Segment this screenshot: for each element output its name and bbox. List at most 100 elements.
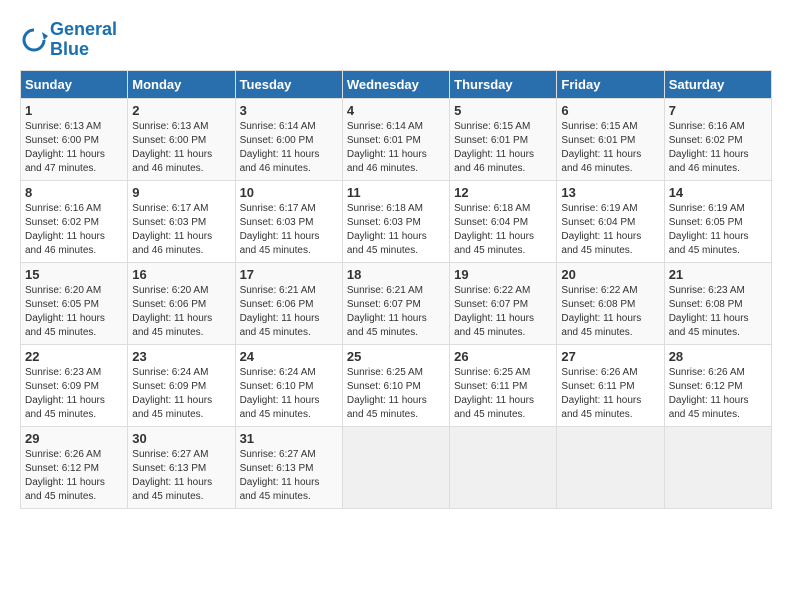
day-info: Sunrise: 6:21 AM Sunset: 6:07 PM Dayligh… [347,284,445,340]
calendar-cell: 30 Sunrise: 6:27 AM Sunset: 6:13 PM Dayli… [128,426,235,508]
calendar-cell [557,426,664,508]
calendar-cell: 25 Sunrise: 6:25 AM Sunset: 6:10 PM Dayli… [342,344,449,426]
day-number: 17 [240,267,338,282]
header-friday: Friday [557,70,664,98]
week-row-1: 1 Sunrise: 6:13 AM Sunset: 6:00 PM Daylig… [21,98,772,180]
day-info: Sunrise: 6:26 AM Sunset: 6:12 PM Dayligh… [669,366,767,422]
day-number: 2 [132,103,230,118]
day-number: 27 [561,349,659,364]
day-info: Sunrise: 6:16 AM Sunset: 6:02 PM Dayligh… [25,202,123,258]
logo-icon [20,26,48,54]
day-number: 21 [669,267,767,282]
calendar-cell: 23 Sunrise: 6:24 AM Sunset: 6:09 PM Dayli… [128,344,235,426]
header-thursday: Thursday [450,70,557,98]
calendar-cell: 11 Sunrise: 6:18 AM Sunset: 6:03 PM Dayli… [342,180,449,262]
header-wednesday: Wednesday [342,70,449,98]
day-info: Sunrise: 6:16 AM Sunset: 6:02 PM Dayligh… [669,120,767,176]
day-info: Sunrise: 6:23 AM Sunset: 6:08 PM Dayligh… [669,284,767,340]
calendar-cell: 20Sunrise: 6:22 AM Sunset: 6:08 PM Dayli… [557,262,664,344]
day-info: Sunrise: 6:15 AM Sunset: 6:01 PM Dayligh… [561,120,659,176]
day-number: 1 [25,103,123,118]
day-number: 3 [240,103,338,118]
calendar-cell [450,426,557,508]
day-number: 10 [240,185,338,200]
day-info: Sunrise: 6:24 AM Sunset: 6:09 PM Dayligh… [132,366,230,422]
day-info: Sunrise: 6:25 AM Sunset: 6:11 PM Dayligh… [454,366,552,422]
day-number: 11 [347,185,445,200]
header-saturday: Saturday [664,70,771,98]
day-info: Sunrise: 6:18 AM Sunset: 6:03 PM Dayligh… [347,202,445,258]
calendar-body: 1 Sunrise: 6:13 AM Sunset: 6:00 PM Daylig… [21,98,772,508]
header-tuesday: Tuesday [235,70,342,98]
day-info: Sunrise: 6:17 AM Sunset: 6:03 PM Dayligh… [132,202,230,258]
day-number: 7 [669,103,767,118]
day-info: Sunrise: 6:27 AM Sunset: 6:13 PM Dayligh… [240,448,338,504]
calendar-cell: 17 Sunrise: 6:21 AM Sunset: 6:06 PM Dayli… [235,262,342,344]
calendar-cell [664,426,771,508]
logo: General Blue [20,20,117,60]
day-info: Sunrise: 6:21 AM Sunset: 6:06 PM Dayligh… [240,284,338,340]
day-number: 14 [669,185,767,200]
day-number: 28 [669,349,767,364]
day-info: Sunrise: 6:17 AM Sunset: 6:03 PM Dayligh… [240,202,338,258]
week-row-3: 15 Sunrise: 6:20 AM Sunset: 6:05 PM Dayli… [21,262,772,344]
day-info: Sunrise: 6:26 AM Sunset: 6:12 PM Dayligh… [25,448,123,504]
calendar-cell: 8 Sunrise: 6:16 AM Sunset: 6:02 PM Daylig… [21,180,128,262]
calendar-cell: 18 Sunrise: 6:21 AM Sunset: 6:07 PM Dayli… [342,262,449,344]
calendar-cell: 6Sunrise: 6:15 AM Sunset: 6:01 PM Daylig… [557,98,664,180]
header-sunday: Sunday [21,70,128,98]
calendar-cell: 10 Sunrise: 6:17 AM Sunset: 6:03 PM Dayli… [235,180,342,262]
calendar-cell: 5 Sunrise: 6:15 AM Sunset: 6:01 PM Daylig… [450,98,557,180]
day-info: Sunrise: 6:27 AM Sunset: 6:13 PM Dayligh… [132,448,230,504]
calendar-cell: 19 Sunrise: 6:22 AM Sunset: 6:07 PM Dayli… [450,262,557,344]
calendar-cell: 4 Sunrise: 6:14 AM Sunset: 6:01 PM Daylig… [342,98,449,180]
day-number: 23 [132,349,230,364]
logo-text: General Blue [50,20,117,60]
day-info: Sunrise: 6:24 AM Sunset: 6:10 PM Dayligh… [240,366,338,422]
day-info: Sunrise: 6:20 AM Sunset: 6:05 PM Dayligh… [25,284,123,340]
day-info: Sunrise: 6:26 AM Sunset: 6:11 PM Dayligh… [561,366,659,422]
day-info: Sunrise: 6:22 AM Sunset: 6:07 PM Dayligh… [454,284,552,340]
day-number: 26 [454,349,552,364]
day-info: Sunrise: 6:25 AM Sunset: 6:10 PM Dayligh… [347,366,445,422]
day-number: 4 [347,103,445,118]
day-info: Sunrise: 6:14 AM Sunset: 6:01 PM Dayligh… [347,120,445,176]
day-info: Sunrise: 6:19 AM Sunset: 6:04 PM Dayligh… [561,202,659,258]
calendar-cell: 21 Sunrise: 6:23 AM Sunset: 6:08 PM Dayli… [664,262,771,344]
day-number: 15 [25,267,123,282]
day-number: 18 [347,267,445,282]
week-row-2: 8 Sunrise: 6:16 AM Sunset: 6:02 PM Daylig… [21,180,772,262]
day-number: 22 [25,349,123,364]
page-header: General Blue [20,20,772,60]
calendar-cell [342,426,449,508]
day-info: Sunrise: 6:14 AM Sunset: 6:00 PM Dayligh… [240,120,338,176]
calendar-cell: 3 Sunrise: 6:14 AM Sunset: 6:00 PM Daylig… [235,98,342,180]
day-info: Sunrise: 6:18 AM Sunset: 6:04 PM Dayligh… [454,202,552,258]
calendar-cell: 12Sunrise: 6:18 AM Sunset: 6:04 PM Dayli… [450,180,557,262]
day-number: 16 [132,267,230,282]
day-info: Sunrise: 6:13 AM Sunset: 6:00 PM Dayligh… [132,120,230,176]
day-number: 31 [240,431,338,446]
calendar-cell: 27 Sunrise: 6:26 AM Sunset: 6:11 PM Dayli… [557,344,664,426]
calendar-cell: 26 Sunrise: 6:25 AM Sunset: 6:11 PM Dayli… [450,344,557,426]
day-number: 19 [454,267,552,282]
day-number: 20 [561,267,659,282]
calendar-cell: 13Sunrise: 6:19 AM Sunset: 6:04 PM Dayli… [557,180,664,262]
calendar-cell: 31 Sunrise: 6:27 AM Sunset: 6:13 PM Dayli… [235,426,342,508]
week-row-4: 22Sunrise: 6:23 AM Sunset: 6:09 PM Dayli… [21,344,772,426]
calendar-cell: 1 Sunrise: 6:13 AM Sunset: 6:00 PM Daylig… [21,98,128,180]
calendar-cell: 9Sunrise: 6:17 AM Sunset: 6:03 PM Daylig… [128,180,235,262]
calendar-header-row: SundayMondayTuesdayWednesdayThursdayFrid… [21,70,772,98]
day-info: Sunrise: 6:20 AM Sunset: 6:06 PM Dayligh… [132,284,230,340]
calendar-cell: 28 Sunrise: 6:26 AM Sunset: 6:12 PM Dayli… [664,344,771,426]
day-info: Sunrise: 6:13 AM Sunset: 6:00 PM Dayligh… [25,120,123,176]
day-info: Sunrise: 6:19 AM Sunset: 6:05 PM Dayligh… [669,202,767,258]
day-number: 25 [347,349,445,364]
day-number: 5 [454,103,552,118]
calendar-table: SundayMondayTuesdayWednesdayThursdayFrid… [20,70,772,509]
day-info: Sunrise: 6:15 AM Sunset: 6:01 PM Dayligh… [454,120,552,176]
day-number: 30 [132,431,230,446]
day-number: 8 [25,185,123,200]
header-monday: Monday [128,70,235,98]
calendar-cell: 24Sunrise: 6:24 AM Sunset: 6:10 PM Dayli… [235,344,342,426]
